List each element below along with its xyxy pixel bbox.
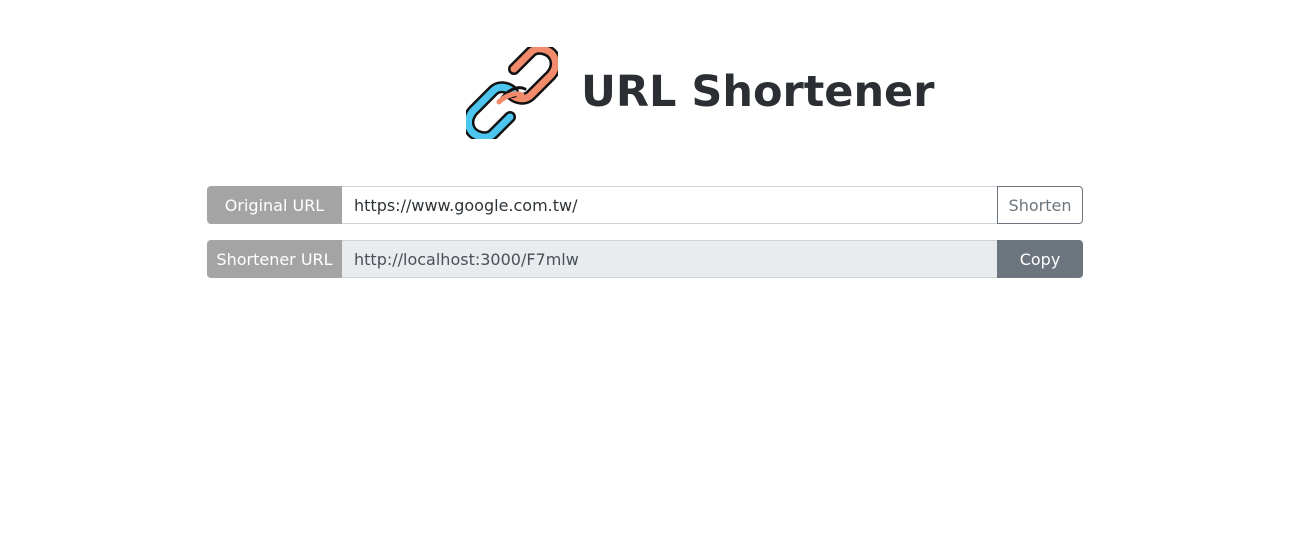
original-url-row: Original URL Shorten — [207, 186, 1083, 224]
copy-button[interactable]: Copy — [997, 240, 1083, 278]
shortened-url-output[interactable] — [342, 240, 997, 278]
url-shortener-page: URL Shortener Original URL Shorten Short… — [0, 0, 1289, 560]
original-url-label: Original URL — [207, 186, 342, 224]
page-header: URL Shortener — [466, 46, 934, 140]
shortened-url-row: Shortener URL Copy — [207, 240, 1083, 278]
shortened-url-label: Shortener URL — [207, 240, 342, 278]
chain-link-icon — [466, 47, 558, 139]
original-url-input[interactable] — [342, 186, 997, 224]
shorten-button[interactable]: Shorten — [997, 186, 1083, 224]
page-title: URL Shortener — [581, 67, 935, 117]
